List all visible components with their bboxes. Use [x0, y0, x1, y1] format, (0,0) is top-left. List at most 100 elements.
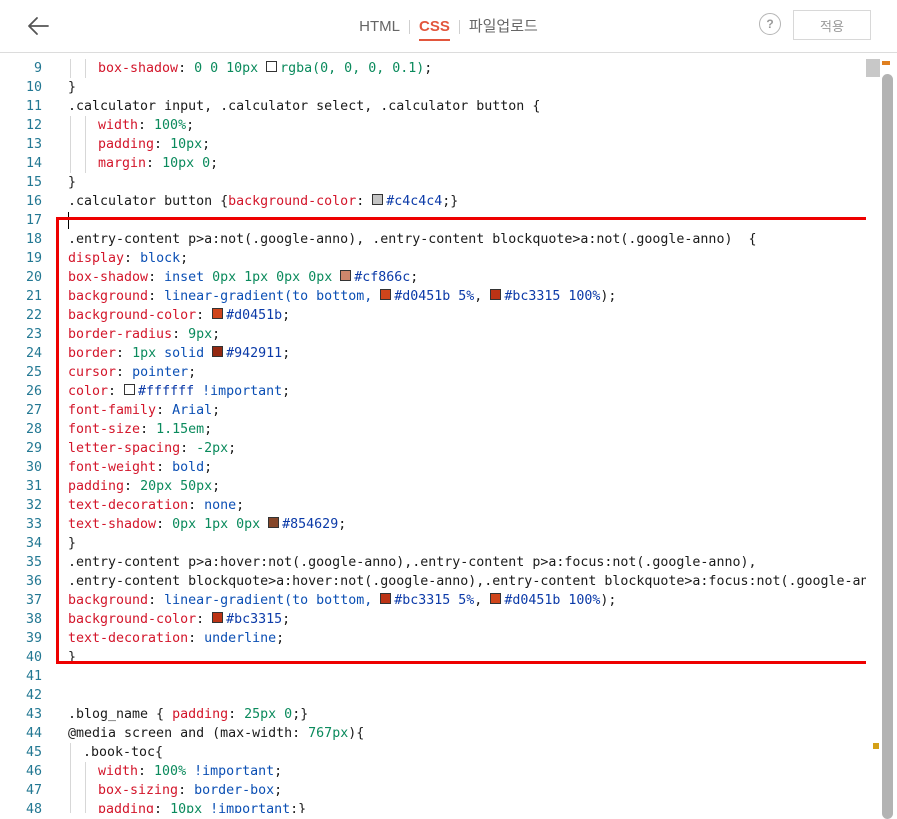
color-swatch[interactable] [372, 194, 384, 205]
code-line[interactable]: 15} [0, 173, 866, 192]
scroll-up-button[interactable] [866, 59, 880, 77]
code-line[interactable]: 20 box-shadow: inset 0px 1px 0px 0px #cf8… [0, 268, 866, 287]
code-line[interactable]: 38 background-color: #bc3315; [0, 610, 866, 629]
code-line[interactable]: 31 padding: 20px 50px; [0, 477, 866, 496]
code-line[interactable]: 25 cursor: pointer; [0, 363, 866, 382]
code-token: !important [194, 764, 275, 779]
code-line[interactable]: 9 box-shadow: 0 0 10px rgba(0, 0, 0, 0.1)… [0, 59, 866, 78]
code-line[interactable]: 21 background: linear-gradient(to bottom,… [0, 287, 866, 306]
code-token: #bc3315 [226, 612, 283, 627]
code-line[interactable]: 34} [0, 534, 866, 553]
code-line[interactable]: 29 letter-spacing: -2px; [0, 439, 866, 458]
color-swatch[interactable] [380, 289, 392, 300]
code-line[interactable]: 22 background-color: #d0451b; [0, 306, 866, 325]
color-swatch[interactable] [490, 289, 502, 300]
code-line[interactable]: 47 box-sizing: border-box; [0, 781, 866, 800]
editor-scrollbar-thumb[interactable] [882, 74, 893, 819]
code-token: .blog_name { [68, 707, 173, 722]
help-button[interactable]: ? [759, 13, 781, 35]
code-token: padding [98, 802, 155, 813]
code-line[interactable]: 27 font-family: Arial; [0, 401, 866, 420]
line-number: 41 [25, 669, 42, 684]
code-token: : [124, 251, 141, 266]
code-line[interactable]: 37 background: linear-gradient(to bottom,… [0, 591, 866, 610]
code-line[interactable]: 16 .calculator button {background-color: … [0, 192, 866, 211]
code-line[interactable]: 11 .calculator input, .calculator select,… [0, 97, 866, 116]
code-line[interactable]: 32 text-decoration: none; [0, 496, 866, 515]
line-number: 27 [25, 403, 42, 418]
code-line[interactable]: 26 color: #ffffff !important; [0, 382, 866, 401]
code-token: .entry-content p>a:hover:not(.google-ann… [68, 555, 757, 570]
code-line[interactable]: 24 border: 1px solid #942911; [0, 344, 866, 363]
code-text: text-decoration: underline; [68, 629, 284, 648]
code-token: 1.15em [156, 422, 205, 437]
code-line[interactable]: 28 font-size: 1.15em; [0, 420, 866, 439]
code-token: box-sizing [98, 783, 179, 798]
code-text: width: 100%; [98, 116, 194, 135]
line-number: 32 [25, 498, 42, 513]
line-number: 39 [25, 631, 42, 646]
tab-file-upload[interactable]: 파일업로드 [460, 0, 547, 53]
code-line[interactable]: 35 .entry-content p>a:hover:not(.google-a… [0, 553, 866, 572]
code-line[interactable]: 33 text-shadow: 0px 1px 0px #854629; [0, 515, 866, 534]
line-number: 12 [25, 118, 42, 133]
code-line[interactable]: 18 .entry-content p>a:not(.google-anno), … [0, 230, 866, 249]
code-line[interactable]: 36 .entry-content blockquote>a:hover:not(… [0, 572, 866, 591]
code-token: font-family [68, 403, 157, 418]
code-text: padding: 20px 50px; [68, 477, 220, 496]
tab-html[interactable]: HTML [350, 0, 409, 53]
color-swatch[interactable] [490, 593, 502, 604]
line-number: 46 [25, 764, 42, 779]
indent-guide [70, 800, 71, 813]
code-token: ; [204, 460, 213, 475]
css-code-editor[interactable]: 9 box-shadow: 0 0 10px rgba(0, 0, 0, 0.1)… [0, 57, 866, 813]
code-token: font-size [68, 422, 141, 437]
color-swatch[interactable] [266, 61, 278, 72]
code-line[interactable]: 41 [0, 667, 866, 686]
code-token: : [172, 327, 189, 342]
code-line[interactable]: 30 font-weight: bold; [0, 458, 866, 477]
code-token: background-color [68, 612, 197, 627]
code-text: background: linear-gradient(to bottom, #… [68, 287, 616, 306]
color-swatch[interactable] [268, 517, 280, 528]
line-number: 40 [25, 650, 42, 665]
line-number: 45 [25, 745, 42, 760]
code-line[interactable]: 19 display: block; [0, 249, 866, 268]
tab-css[interactable]: CSS [410, 0, 459, 53]
color-swatch[interactable] [124, 384, 136, 395]
code-token: ); [600, 289, 617, 304]
color-swatch[interactable] [212, 612, 224, 623]
apply-button[interactable]: 적용 [793, 10, 871, 40]
code-token: : [180, 441, 197, 456]
code-text: } [68, 78, 76, 97]
code-token: #bc3315 100% [504, 289, 601, 304]
code-line[interactable]: 45 .book-toc{ [0, 743, 866, 762]
code-line[interactable]: 10} [0, 78, 866, 97]
code-line[interactable]: 44 @media screen and (max-width: 767px){ [0, 724, 866, 743]
code-line[interactable]: 40} [0, 648, 866, 667]
code-token: linear-gradient(to bottom, [164, 289, 381, 304]
color-swatch[interactable] [212, 308, 224, 319]
code-line[interactable]: 46 width: 100% !important; [0, 762, 866, 781]
code-line[interactable]: 14 margin: 10px 0; [0, 154, 866, 173]
color-swatch[interactable] [380, 593, 392, 604]
color-swatch[interactable] [340, 270, 352, 281]
code-token: block [140, 251, 181, 266]
code-token: ; [212, 479, 221, 494]
code-line[interactable]: 23 border-radius: 9px; [0, 325, 866, 344]
code-line[interactable]: 12 width: 100%; [0, 116, 866, 135]
code-token: ; [212, 403, 221, 418]
code-token: 0px 1px 0px [172, 517, 269, 532]
code-line[interactable]: 43 .blog_name { padding: 25px 0;} [0, 705, 866, 724]
code-token: -2px [196, 441, 229, 456]
code-line[interactable]: 17 [0, 211, 866, 230]
line-number: 44 [25, 726, 42, 741]
code-text: .book-toc{ [83, 743, 163, 762]
line-number: 28 [25, 422, 42, 437]
code-token: border [68, 346, 117, 361]
code-line[interactable]: 39 text-decoration: underline; [0, 629, 866, 648]
code-line[interactable]: 48 padding: 10px !important;} [0, 800, 866, 813]
color-swatch[interactable] [212, 346, 224, 357]
code-line[interactable]: 42 [0, 686, 866, 705]
code-line[interactable]: 13 padding: 10px; [0, 135, 866, 154]
